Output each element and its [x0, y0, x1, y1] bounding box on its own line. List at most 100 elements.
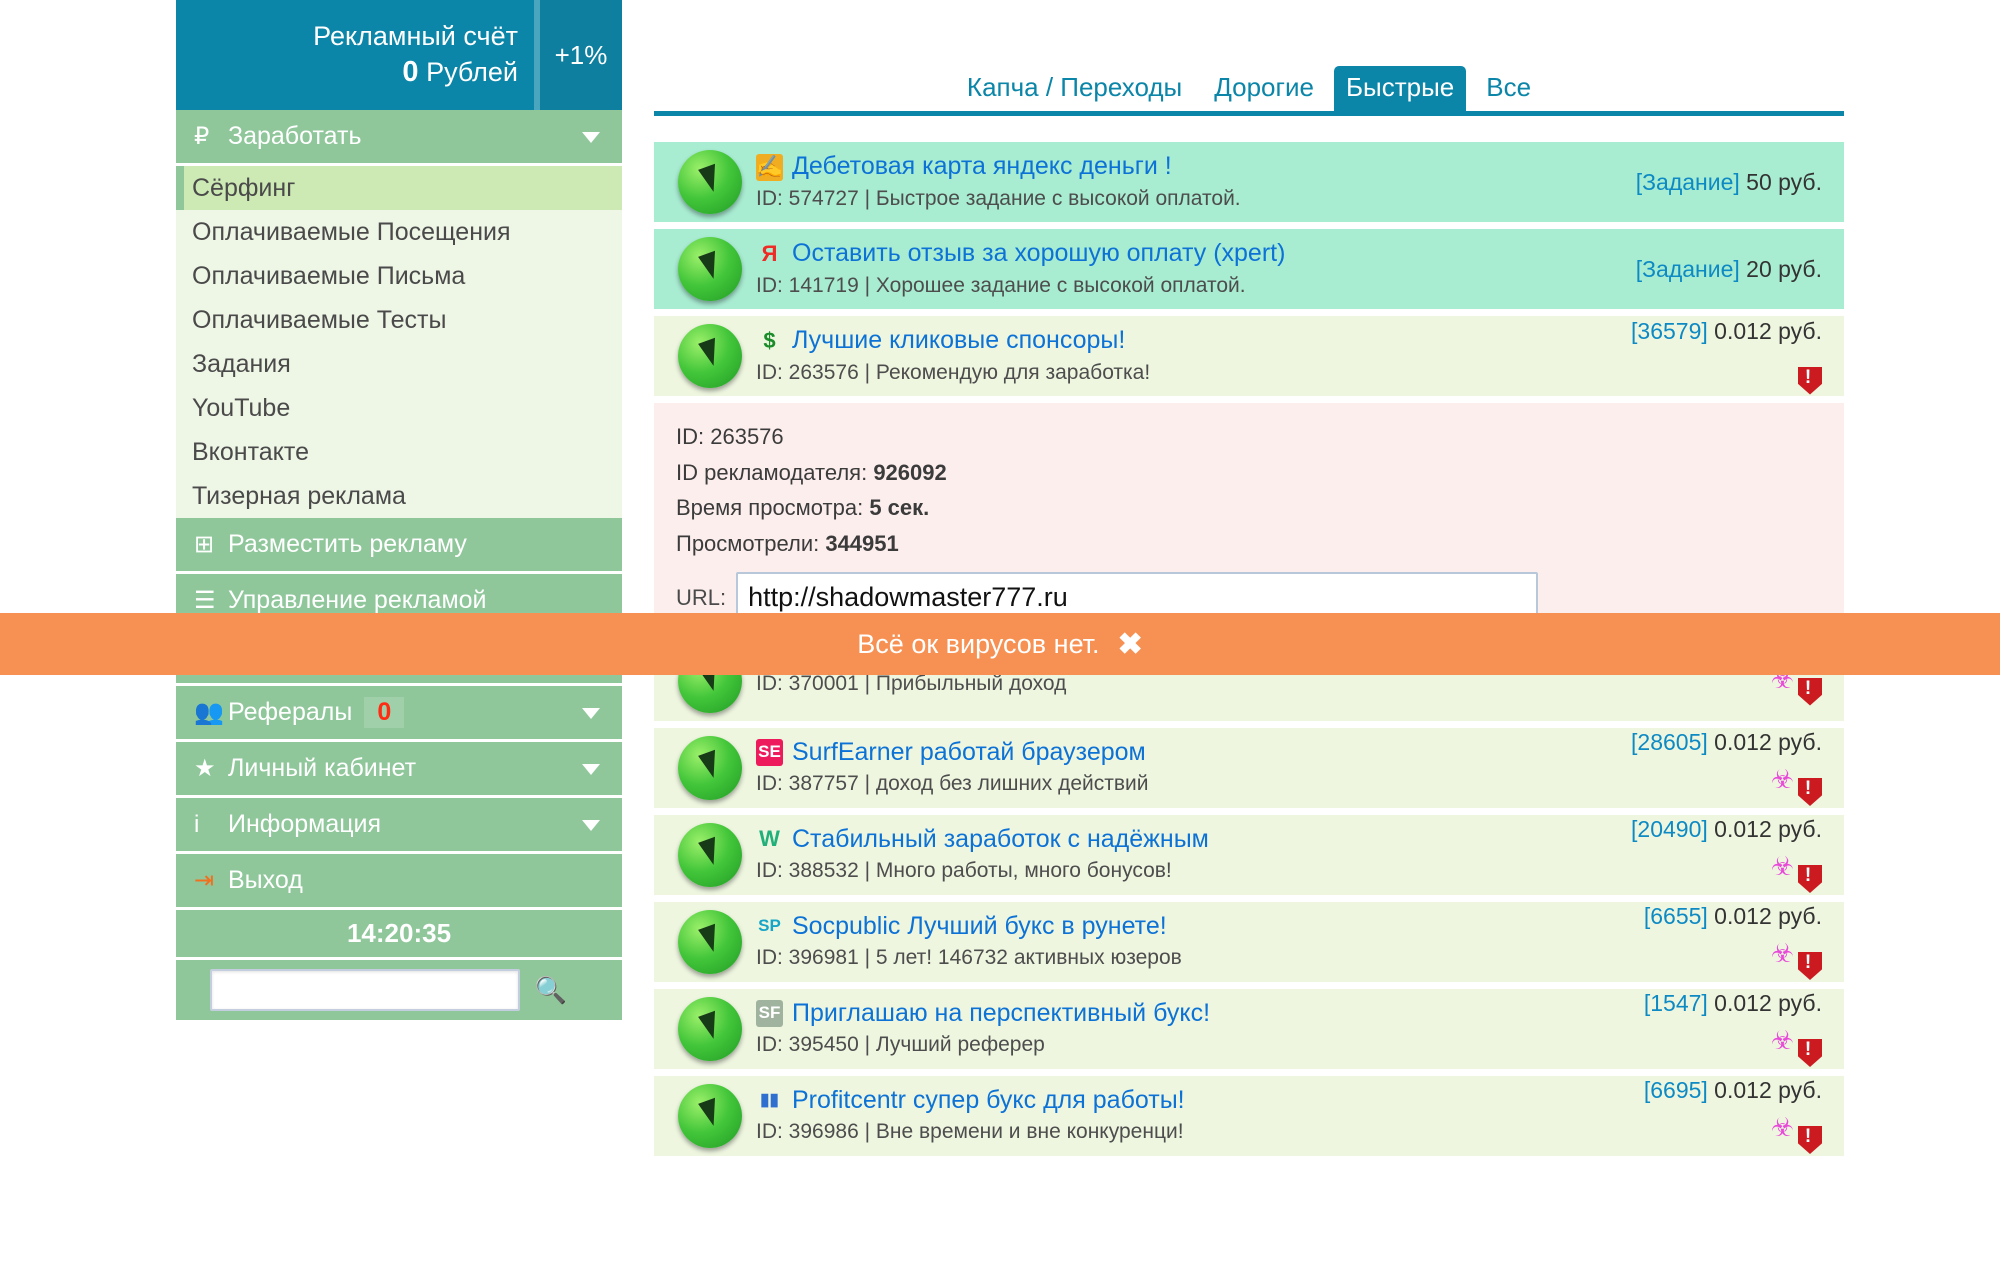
task-title-link[interactable]: Стабильный заработок с надёжным	[792, 825, 1209, 854]
task-price: 0.012 руб.	[1707, 729, 1822, 755]
sidebar-group-earn[interactable]: ₽ Заработать	[176, 110, 622, 166]
cursor-click-icon[interactable]	[678, 237, 742, 301]
task-title-link[interactable]: Дебетовая карта яндекс деньги !	[792, 153, 1172, 181]
sidebar-menu-5[interactable]: i Информация	[176, 798, 622, 854]
detail-view-time: Время просмотра: 5 сек.	[676, 490, 1844, 526]
warning-shield-icon[interactable]: !	[1798, 1126, 1822, 1154]
users-icon: 👥	[194, 699, 224, 726]
sidebar-item-6[interactable]: Вконтакте	[176, 430, 622, 474]
task-title-row: ▮▮ Profitcentr супер букс для работы!	[756, 1086, 1504, 1115]
advertising-account-title: Рекламный счёт	[313, 21, 518, 51]
task-title-link[interactable]: Приглашаю на перспективный букс!	[792, 999, 1210, 1028]
sidebar-item-1[interactable]: Оплачиваемые Посещения	[176, 210, 622, 254]
task-row-after-4[interactable]: ▮▮ Profitcentr супер букс для работы! ID: …	[654, 1075, 1844, 1156]
warning-shield-icon[interactable]: !	[1798, 952, 1822, 980]
spider-icon[interactable]: ☣	[1771, 1112, 1798, 1142]
warning-shield-icon[interactable]: !	[1798, 366, 1822, 395]
warning-shield-icon[interactable]: !	[1798, 778, 1822, 806]
spider-icon[interactable]: ☣	[1771, 851, 1798, 881]
sidebar-item-3[interactable]: Оплачиваемые Тесты	[176, 298, 622, 342]
sidebar-menu-0[interactable]: ⊞ Разместить рекламу	[176, 518, 622, 574]
warning-shield-icon[interactable]: !	[1798, 677, 1822, 706]
task-count-tag[interactable]: [6695]	[1644, 1077, 1708, 1103]
task-title-link[interactable]: Оставить отзыв за хорошую оплату (xpert)	[792, 240, 1285, 268]
task-meta: ID: 574727 | Быстрое задание с высокой о…	[756, 186, 1241, 210]
task-reward-line: [Задание] 50 руб.	[1514, 169, 1822, 196]
sidebar-menu-label: Управление рекламой	[228, 586, 487, 614]
task-body: SF Приглашаю на перспективный букс! ID: 39…	[756, 999, 1514, 1058]
task-reward: [6695] 0.012 руб. ☣!	[1514, 1077, 1844, 1154]
warning-shield-icon[interactable]: !	[1798, 1039, 1822, 1067]
task-title-link[interactable]: SurfEarner работай браузером	[792, 738, 1146, 767]
task-body: Я Оставить отзыв за хорошую оплату (xpert…	[756, 240, 1514, 298]
task-title-link[interactable]: Socpublic Лучший букс в рунете!	[792, 912, 1167, 941]
tab-1[interactable]: Дорогие	[1202, 66, 1326, 111]
tab-0[interactable]: Капча / Переходы	[955, 66, 1194, 111]
sidebar-item-7[interactable]: Тизерная реклама	[176, 474, 622, 518]
sidebar-menu-6[interactable]: ⇥ Выход	[176, 854, 622, 910]
task-row-1[interactable]: Я Оставить отзыв за хорошую оплату (xpert…	[654, 229, 1844, 309]
tab-2[interactable]: Быстрые	[1333, 66, 1467, 111]
spider-icon[interactable]: ☣	[1771, 764, 1798, 794]
sidebar-group-earn-label: Заработать	[228, 122, 362, 150]
bonus-badge[interactable]: +1%	[540, 0, 622, 110]
sidebar-menu-3[interactable]: 👥 Рефералы 0	[176, 686, 622, 742]
task-row-after-1[interactable]: W Стабильный заработок с надёжным ID: 3885…	[654, 814, 1844, 895]
task-status-icons: ☣!	[1514, 764, 1822, 806]
chevron-down-icon	[582, 131, 600, 143]
task-reward: [20490] 0.012 руб. ☣!	[1514, 816, 1844, 893]
detail-views-label: Просмотрели:	[676, 530, 826, 556]
tab-3[interactable]: Все	[1474, 66, 1543, 111]
close-icon[interactable]: ✖	[1118, 627, 1143, 662]
sidebar-item-label: Оплачиваемые Тесты	[192, 305, 447, 334]
sidebar-item-0[interactable]: Сёрфинг	[176, 166, 622, 210]
task-status-icons: ☣!	[1514, 851, 1822, 893]
task-count-tag[interactable]: [Задание]	[1636, 169, 1740, 195]
task-title-link[interactable]: Лучшие кликовые спонсоры!	[792, 327, 1125, 355]
sidebar-item-5[interactable]: YouTube	[176, 386, 622, 430]
site-favicon-icon: SP	[758, 916, 781, 936]
task-count-tag[interactable]: [28605]	[1631, 729, 1708, 755]
detail-id-value: 263576	[710, 424, 784, 449]
cursor-click-icon[interactable]	[678, 1083, 742, 1148]
search-icon[interactable]: 🔍	[520, 969, 582, 1011]
cursor-click-icon[interactable]	[678, 150, 742, 214]
detail-url-label: URL:	[676, 584, 727, 610]
task-meta: ID: 396986 | Вне времени и вне конкуренц…	[756, 1120, 1184, 1144]
sidebar-menu-label: Выход	[228, 866, 303, 894]
detail-view-time-label: Время просмотра:	[676, 495, 870, 521]
task-row-after-0[interactable]: SE SurfEarner работай браузером ID: 387757…	[654, 727, 1844, 808]
site-favicon-icon: $	[763, 327, 776, 353]
warning-shield-icon[interactable]: !	[1798, 865, 1822, 893]
search-input[interactable]	[210, 969, 520, 1011]
task-meta: ID: 141719 | Хорошее задание с высокой о…	[756, 273, 1246, 297]
task-count-tag[interactable]: [Задание]	[1636, 256, 1740, 282]
antivirus-banner-text: Всё ок вирусов нет.	[857, 628, 1100, 659]
spider-icon[interactable]: ☣	[1771, 1025, 1798, 1055]
cursor-click-icon[interactable]	[678, 822, 742, 887]
spider-icon[interactable]: ☣	[1771, 938, 1798, 968]
task-count-tag[interactable]: [6655]	[1644, 903, 1708, 929]
task-reward: [28605] 0.012 руб. ☣!	[1514, 729, 1844, 806]
cursor-click-icon[interactable]	[678, 909, 742, 974]
sidebar-menu-4[interactable]: ★ Личный кабинет	[176, 742, 622, 798]
task-reward: [Задание] 50 руб.	[1514, 169, 1844, 196]
task-title-row: $ Лучшие кликовые спонсоры!	[756, 327, 1504, 355]
task-count-tag[interactable]: [1547]	[1644, 990, 1708, 1016]
task-body: W Стабильный заработок с надёжным ID: 3885…	[756, 825, 1514, 884]
cursor-click-icon[interactable]	[678, 324, 742, 388]
sidebar-item-2[interactable]: Оплачиваемые Письма	[176, 254, 622, 298]
task-title-link[interactable]: Profitcentr супер букс для работы!	[792, 1086, 1185, 1115]
task-row-after-2[interactable]: SP Socpublic Лучший букс в рунете! ID: 396…	[654, 901, 1844, 982]
cursor-click-icon[interactable]	[678, 996, 742, 1061]
task-title-row: W Стабильный заработок с надёжным	[756, 825, 1504, 854]
task-row-2[interactable]: $ Лучшие кликовые спонсоры! ID: 263576 | Р…	[654, 316, 1844, 396]
cursor-click-icon[interactable]	[678, 735, 742, 800]
sidebar-item-4[interactable]: Задания	[176, 342, 622, 386]
task-meta: ID: 388532 | Много работы, много бонусов…	[756, 859, 1172, 883]
task-price: 20 руб.	[1739, 255, 1822, 282]
task-count-tag[interactable]: [36579]	[1631, 318, 1708, 344]
task-row-0[interactable]: ✍ Дебетовая карта яндекс деньги ! ID: 5747…	[654, 142, 1844, 222]
task-count-tag[interactable]: [20490]	[1631, 816, 1708, 842]
task-row-after-3[interactable]: SF Приглашаю на перспективный букс! ID: 39…	[654, 988, 1844, 1069]
